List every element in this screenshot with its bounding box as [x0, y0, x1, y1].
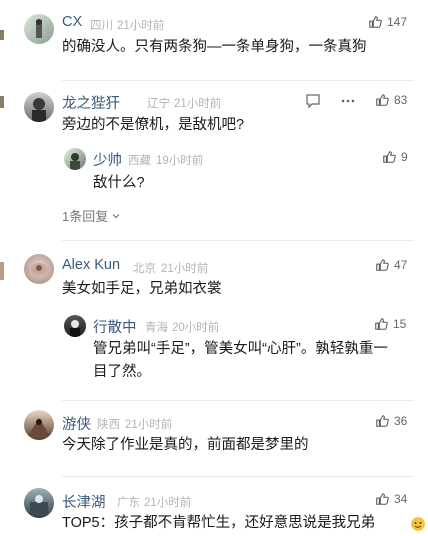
comment-text: 旁边的不是僚机，是敌机吧?	[62, 117, 245, 133]
comment-location: 辽宁	[147, 98, 170, 110]
thumbs-up-icon	[376, 415, 389, 427]
avatar[interactable]	[24, 254, 54, 284]
view-replies-link[interactable]: 1条回复	[62, 206, 121, 225]
reply-time: 20小时前	[172, 322, 220, 334]
comment-item: CX 四川 21小时前 147 的确没人。只有两条狗—一条单身狗，一条真狗	[0, 0, 428, 80]
like-button[interactable]: 147	[368, 15, 407, 29]
comment-time: 21小时前	[174, 98, 222, 110]
comment-item: 长津湖 广东 21小时前 34 TOP5：孩子都不肯帮忙生，还好意思说是我兄弟	[0, 476, 428, 536]
comment-time: 21小时前	[161, 263, 209, 275]
reply-icon[interactable]	[305, 93, 321, 109]
comment-location: 陕西	[97, 419, 120, 431]
like-count: 34	[394, 492, 408, 506]
comment-text: TOP5：孩子都不肯帮忙生，还好意思说是我兄弟	[62, 515, 376, 531]
reply-item: 行散中 青海 20小时前 15 管兄弟叫“手足”，管美女叫“心肝”。孰轻孰重一 …	[62, 308, 414, 388]
comment-text: 美女如手足，兄弟如衣裳	[62, 281, 222, 297]
thumbs-up-icon	[369, 16, 382, 28]
comment-time: 21小时前	[144, 497, 192, 509]
username[interactable]: 游侠	[62, 413, 91, 434]
thumbs-up-icon	[375, 318, 388, 330]
avatar[interactable]	[24, 14, 54, 44]
comment-time: 21小时前	[125, 419, 173, 431]
reply-location: 西藏	[128, 155, 151, 167]
like-button[interactable]: 83	[375, 93, 407, 107]
reply-username[interactable]: 少帅	[93, 149, 122, 170]
comment-location: 四川	[90, 20, 113, 32]
username[interactable]: CX	[62, 14, 82, 30]
thumbs-up-icon	[376, 259, 389, 271]
avatar[interactable]	[64, 148, 86, 170]
reply-time: 19小时前	[156, 155, 204, 167]
reply-text-line-2: 目了然。	[93, 364, 151, 380]
like-count: 15	[393, 317, 407, 331]
avatar[interactable]	[24, 410, 54, 440]
reply-location: 青海	[145, 322, 168, 334]
comment-time: 21小时前	[117, 20, 165, 32]
thumbs-up-icon	[376, 94, 389, 106]
emoji-icon	[411, 517, 425, 531]
reply-text-line-1: 管兄弟叫“手足”，管美女叫“心肝”。孰轻孰重一	[93, 341, 388, 357]
comment-location: 北京	[133, 263, 156, 275]
like-count: 147	[387, 15, 408, 29]
comment-item: Alex Kun 北京 21小时前 47 美女如手足，兄弟如衣裳 行散中 青海 …	[0, 240, 428, 400]
like-count: 47	[394, 258, 408, 272]
like-count: 9	[401, 150, 408, 164]
comment-item: 龙之狴犴 辽宁 21小时前 83 旁边的不是僚机，是敌机吧? 少帅 西藏 19小…	[0, 80, 428, 240]
thumbs-up-icon	[383, 151, 396, 163]
username[interactable]: Alex Kun	[62, 257, 120, 273]
reply-text: 敌什么?	[93, 175, 145, 191]
chevron-down-icon	[112, 213, 120, 218]
comment-location: 广东	[117, 497, 140, 509]
like-button[interactable]: 47	[375, 258, 407, 272]
like-button[interactable]: 36	[375, 414, 407, 428]
username[interactable]: 龙之狴犴	[62, 92, 120, 113]
thumbs-up-icon	[376, 493, 389, 505]
comment-item: 游侠 陕西 21小时前 36 今天除了作业是真的，前面都是梦里的	[0, 400, 428, 480]
like-count: 36	[394, 414, 408, 428]
comment-text: 今天除了作业是真的，前面都是梦里的	[62, 437, 309, 453]
more-icon[interactable]	[340, 93, 356, 109]
avatar[interactable]	[24, 488, 54, 518]
like-count: 83	[394, 93, 408, 107]
comment-text: 的确没人。只有两条狗—一条单身狗，一条真狗	[62, 39, 367, 55]
reply-username[interactable]: 行散中	[93, 316, 137, 337]
avatar[interactable]	[64, 315, 86, 337]
reply-item: 少帅 西藏 19小时前 9 敌什么?	[62, 142, 414, 202]
username[interactable]: 长津湖	[62, 491, 106, 512]
like-button[interactable]: 34	[375, 492, 407, 506]
view-replies-label: 1条回复	[62, 209, 109, 224]
like-button[interactable]: 9	[382, 150, 408, 164]
like-button[interactable]: 15	[374, 317, 406, 331]
avatar[interactable]	[24, 92, 54, 122]
